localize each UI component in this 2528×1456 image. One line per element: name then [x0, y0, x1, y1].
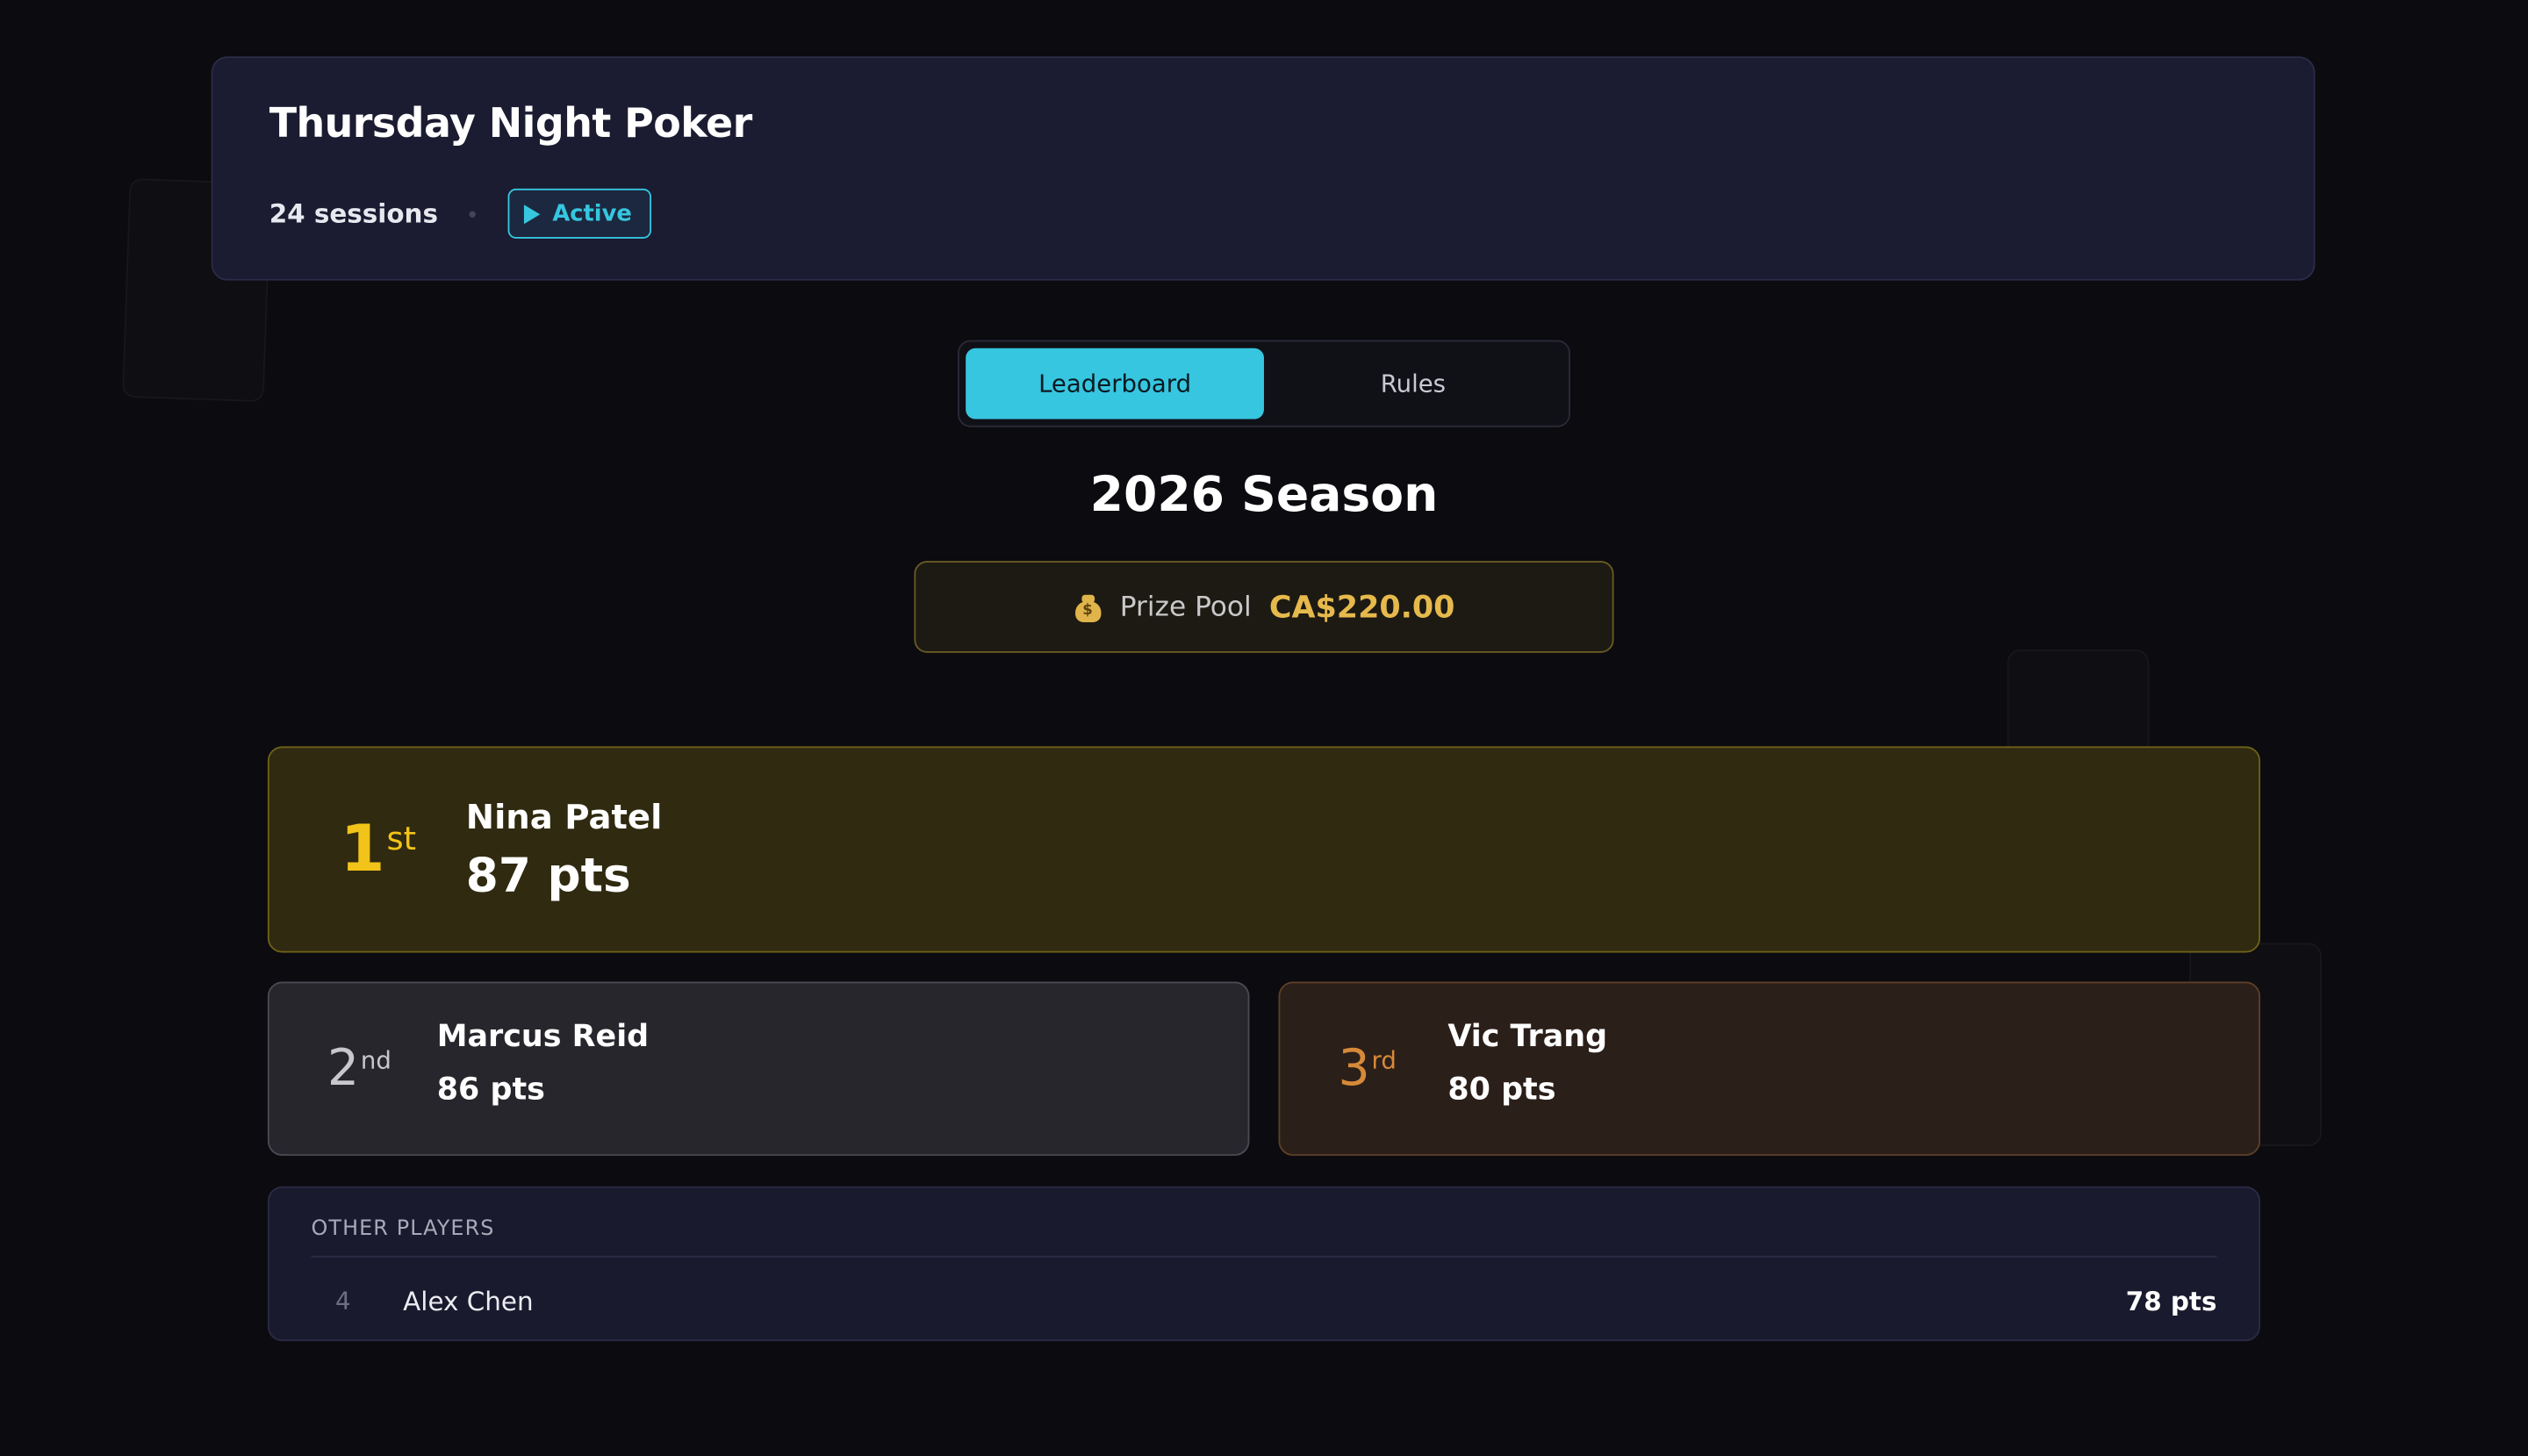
player-name: Vic Trang: [1447, 1018, 1608, 1055]
view-tabs: Leaderboard Rules: [957, 340, 1570, 427]
player-rank: 4: [335, 1286, 351, 1316]
player-name: Alex Chen: [403, 1285, 534, 1316]
other-players-heading: OTHER PLAYERS: [311, 1216, 495, 1242]
play-icon: [523, 204, 540, 224]
club-title: Thursday Night Poker: [269, 99, 753, 147]
tab-leaderboard[interactable]: Leaderboard: [966, 348, 1264, 420]
sessions-count: 24 sessions: [269, 197, 438, 229]
separator-dot: [468, 210, 476, 218]
player-name: Marcus Reid: [436, 1018, 650, 1055]
money-bag-icon: $: [1073, 592, 1102, 622]
player-name: Nina Patel: [465, 798, 663, 837]
other-players-card: OTHER PLAYERS 4 Alex Chen 78 pts: [267, 1186, 2261, 1342]
podium-third-place[interactable]: 3rd Vic Trang 80 pts: [1278, 981, 2261, 1156]
player-points: 78 pts: [2125, 1285, 2217, 1316]
club-header-card: Thursday Night Poker 24 sessions Active: [211, 56, 2316, 281]
prize-pool: $ Prize Pool CA$220.00: [914, 561, 1614, 653]
player-points: 80 pts: [1447, 1072, 1556, 1108]
club-meta: 24 sessions Active: [269, 187, 651, 240]
page: Thursday Night Poker 24 sessions Active …: [0, 0, 2528, 1456]
divider: [311, 1255, 2217, 1258]
season-title: 2026 Season: [1089, 467, 1439, 524]
podium-first-place[interactable]: 1st Nina Patel 87 pts: [267, 746, 2261, 953]
rank-first: 1st: [340, 812, 417, 887]
status-label: Active: [552, 200, 632, 227]
podium-second-place[interactable]: 2nd Marcus Reid 86 pts: [267, 981, 1250, 1156]
player-points: 86 pts: [436, 1072, 545, 1108]
player-points: 87 pts: [465, 848, 631, 903]
rank-third: 3rd: [1338, 1039, 1397, 1098]
status-badge[interactable]: Active: [506, 188, 651, 239]
list-item[interactable]: 4 Alex Chen 78 pts: [311, 1281, 2216, 1320]
rank-second: 2nd: [327, 1039, 391, 1098]
prize-pool-label: Prize Pool: [1119, 591, 1252, 623]
tab-rules[interactable]: Rules: [1264, 348, 1562, 420]
prize-pool-value: CA$220.00: [1268, 589, 1455, 625]
